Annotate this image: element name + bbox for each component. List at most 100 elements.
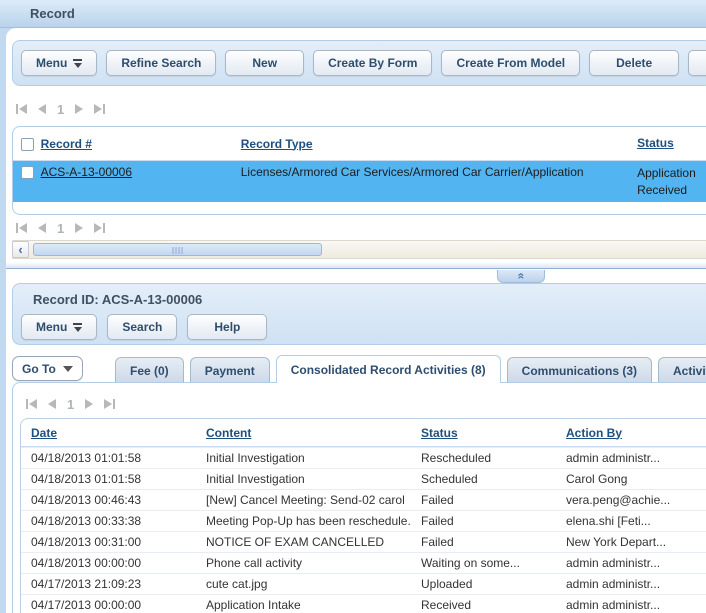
table-row[interactable]: 04/17/2013 21:09:23 cute cat.jpg Uploade… (21, 573, 706, 594)
column-record-type[interactable]: Record Type (241, 137, 637, 151)
activities-pager: 1 (26, 396, 115, 412)
date-cell: 04/17/2013 21:09:23 (21, 577, 206, 591)
goto-label: Go To (22, 362, 56, 376)
action-by-cell: New York Depart... (566, 535, 706, 549)
first-page-button[interactable] (26, 399, 37, 409)
first-page-button[interactable] (16, 223, 27, 233)
first-page-button[interactable] (16, 104, 27, 114)
record-number-link[interactable]: ACS-A-13-00006 (41, 165, 132, 179)
date-cell: 04/17/2013 00:00:00 (21, 598, 206, 612)
menu-dropdown-icon (73, 59, 82, 68)
menu-button[interactable]: Menu (21, 314, 97, 340)
content-cell: Initial Investigation (206, 472, 421, 486)
date-cell: 04/18/2013 00:00:00 (21, 556, 206, 570)
content-cell: NOTICE OF EXAM CANCELLED (206, 535, 421, 549)
next-page-button[interactable] (75, 104, 83, 114)
activities-table: Date Content Status Action By 04/18/2013… (20, 418, 706, 613)
chevrons-up-icon: « (516, 273, 526, 280)
column-status[interactable]: Status (637, 135, 706, 152)
status-cell: Failed (421, 535, 566, 549)
content-cell: Initial Investigation (206, 451, 421, 465)
content-cell: Application Intake (206, 598, 421, 612)
last-page-button[interactable] (94, 223, 105, 233)
tab-consolidated-record-activities[interactable]: Consolidated Record Activities (8) (276, 355, 501, 383)
tab-communications[interactable]: Communications (3) (507, 357, 652, 383)
next-page-button[interactable] (85, 399, 93, 409)
last-page-button[interactable] (104, 399, 115, 409)
status-cell: Rescheduled (421, 451, 566, 465)
record-status-cell: Application Received (637, 165, 706, 199)
record-detail-panel: Record ID: ACS-A-13-00006 Menu Search He… (12, 283, 706, 345)
tab-fee[interactable]: Fee (0) (115, 357, 184, 383)
page-title: Record (30, 6, 75, 21)
date-cell: 04/18/2013 01:01:58 (21, 472, 206, 486)
records-table-header: Record # Record Type Status (13, 127, 706, 161)
table-row[interactable]: 04/18/2013 01:01:58 Initial Investigatio… (21, 447, 706, 468)
action-by-cell: Carol Gong (566, 472, 706, 486)
next-page-icon (75, 104, 83, 114)
next-page-button[interactable] (75, 223, 83, 233)
row-checkbox[interactable] (21, 166, 34, 179)
refine-search-button[interactable]: Refine Search (106, 50, 216, 76)
column-status[interactable]: Status (421, 426, 566, 440)
goto-button[interactable]: Go To (12, 356, 83, 381)
create-by-form-button[interactable]: Create By Form (313, 50, 432, 76)
column-record-number[interactable]: Record # (41, 137, 241, 151)
date-cell: 04/18/2013 00:46:43 (21, 493, 206, 507)
status-cell: Uploaded (421, 577, 566, 591)
table-row[interactable]: 04/18/2013 01:01:58 Initial Investigatio… (21, 468, 706, 489)
page-number: 1 (57, 102, 64, 117)
action-by-cell: vera.peng@achie... (566, 493, 706, 507)
last-page-button[interactable] (94, 104, 105, 114)
table-row[interactable]: 04/17/2013 00:00:00 Application Intake R… (21, 594, 706, 613)
action-by-cell: admin administr... (566, 577, 706, 591)
records-pager-top: 1 (16, 101, 105, 117)
scrollbar-thumb[interactable] (33, 243, 322, 256)
action-by-cell: admin administr... (566, 598, 706, 612)
tab-payment[interactable]: Payment (190, 357, 270, 383)
page-number: 1 (57, 221, 64, 236)
search-button[interactable]: Search (107, 314, 177, 340)
create-from-model-button[interactable]: Create From Model (441, 50, 580, 76)
column-content[interactable]: Content (206, 426, 421, 440)
horizontal-scrollbar[interactable]: ‹ (12, 240, 706, 259)
column-action-by[interactable]: Action By (566, 426, 706, 440)
select-all-checkbox[interactable] (21, 138, 34, 151)
help-button[interactable]: Help (187, 314, 267, 340)
page-number: 1 (67, 397, 74, 412)
tab-activities[interactable]: Activities (1) (658, 357, 706, 383)
delete-button[interactable]: Delete (589, 50, 679, 76)
table-row[interactable]: 04/18/2013 00:33:38 Meeting Pop-Up has b… (21, 510, 706, 531)
first-page-icon (19, 104, 27, 114)
window-header: Record (0, 0, 706, 28)
gis-button[interactable]: GIS (688, 50, 706, 76)
collapse-panel-button[interactable]: « (497, 270, 545, 283)
prev-page-button[interactable] (38, 223, 46, 233)
content-cell: [New] Cancel Meeting: Send-02 carol (206, 493, 421, 507)
scroll-left-icon: ‹ (18, 242, 22, 257)
date-cell: 04/18/2013 01:01:58 (21, 451, 206, 465)
new-button[interactable]: New (225, 50, 304, 76)
content-cell: Phone call activity (206, 556, 421, 570)
scroll-left-button[interactable]: ‹ (12, 241, 29, 258)
record-row-selected[interactable]: ACS-A-13-00006 Licenses/Armored Car Serv… (13, 161, 706, 202)
menu-button[interactable]: Menu (21, 50, 97, 76)
prev-page-button[interactable] (38, 104, 46, 114)
prev-page-icon (48, 399, 56, 409)
table-row[interactable]: 04/18/2013 00:46:43 [New] Cancel Meeting… (21, 489, 706, 510)
last-page-icon (94, 104, 102, 114)
table-row[interactable]: 04/18/2013 00:31:00 NOTICE OF EXAM CANCE… (21, 531, 706, 552)
content-cell: Meeting Pop-Up has been reschedule. (206, 514, 421, 528)
record-toolbar: Menu Refine Search New Create By Form Cr… (12, 40, 706, 86)
record-id-title: Record ID: ACS-A-13-00006 (33, 292, 202, 307)
table-row[interactable]: 04/18/2013 00:00:00 Phone call activity … (21, 552, 706, 573)
action-by-cell: elena.shi [Feti... (566, 514, 706, 528)
date-cell: 04/18/2013 00:31:00 (21, 535, 206, 549)
status-cell: Waiting on some... (421, 556, 566, 570)
prev-page-button[interactable] (48, 399, 56, 409)
menu-dropdown-icon (73, 323, 82, 332)
menu-button-label: Menu (36, 320, 67, 334)
next-page-icon (85, 399, 93, 409)
column-date[interactable]: Date (21, 426, 206, 440)
status-cell: Scheduled (421, 472, 566, 486)
